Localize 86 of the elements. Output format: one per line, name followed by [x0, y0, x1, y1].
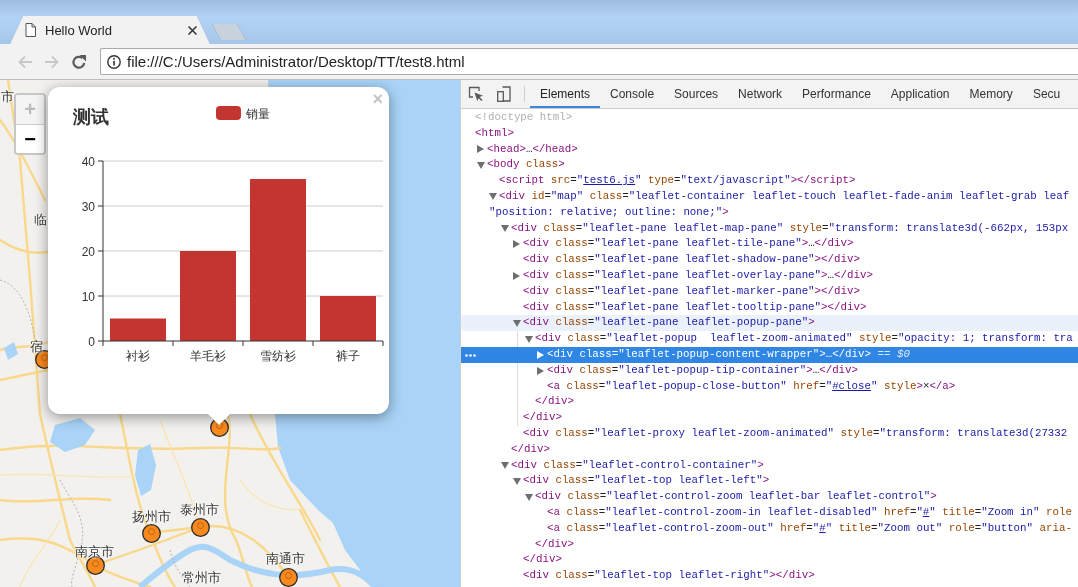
devtools-tab[interactable]: Performance [792, 80, 881, 108]
devtools-tab[interactable]: Console [600, 80, 665, 108]
triangle-right-icon[interactable] [513, 271, 520, 280]
devtools-tab[interactable]: Secu [1022, 80, 1071, 108]
closing-tag: </div> [461, 552, 1078, 569]
triangle-down-icon[interactable] [489, 193, 497, 201]
address-bar[interactable]: file:///C:/Users/Administrator/Desktop/TT/test8.html [100, 48, 1078, 75]
city-label: 南京市 [75, 545, 114, 559]
dom-tree-row[interactable]: <div class="leaflet-pane leaflet-shadow-pane"></div> [461, 252, 1078, 268]
legend-label[interactable]: 销量 [246, 107, 270, 121]
closing-tag: </div> [461, 441, 1078, 458]
dom-tree-row[interactable]: <a class="leaflet-popup-close-button" href="#close" style>×</a> [461, 378, 1078, 395]
city-label: 扬州市 [132, 510, 171, 524]
axis-tick-label: 10 [81, 289, 95, 304]
city-label: 临 [34, 213, 47, 227]
dom-tree-row[interactable]: <div class="leaflet-pane leaflet-map-pane" style="transform: translate3d(-662px, 153px [461, 220, 1078, 237]
closing-tag: </div> [461, 536, 1078, 553]
city-label: 泰州市 [180, 503, 219, 517]
lake [135, 444, 156, 496]
triangle-down-icon[interactable] [501, 224, 509, 232]
lake [50, 418, 95, 452]
triangle-right-icon[interactable] [513, 240, 520, 249]
dom-tree-row[interactable]: <html> [461, 125, 1078, 142]
triangle-right-icon[interactable] [537, 350, 544, 359]
dom-tree-row[interactable]: <div class="leaflet-control-zoom leaflet-bar leaflet-control"> [461, 489, 1078, 505]
dom-tree-row[interactable]: <div class="leaflet-popup-tip-container">…</div> [461, 362, 1078, 379]
dom-tree-row[interactable]: <div class="leaflet-pane leaflet-tile-pane">…</div> [461, 236, 1078, 253]
dom-tree-row[interactable]: <div class="leaflet-top leaflet-left"> [461, 473, 1078, 490]
dom-tree-row[interactable]: <div id="map" class="leaflet-container leaflet-touch leaflet-fade-anim leaflet-grab leaf "position: relative; outline: none;"> [461, 189, 1078, 221]
dom-tree-row[interactable]: <a class="leaflet-control-zoom-out" href="#" title="Zoom out" role="button" aria- [461, 520, 1078, 537]
axis-tick-label: 20 [81, 244, 95, 259]
dom-tree-row[interactable]: <body class> [461, 157, 1078, 174]
dom-tree-row[interactable]: <div class="leaflet-pane leaflet-marker-pane"></div> [461, 283, 1078, 300]
category-label: 雪纺衫 [260, 349, 296, 363]
triangle-down-icon[interactable] [477, 161, 485, 169]
back-arrow-icon [17, 53, 33, 70]
bar [110, 318, 166, 341]
devtools-tab[interactable]: Elements [530, 80, 601, 108]
triangle-down-icon[interactable] [525, 335, 533, 343]
forward-arrow-icon [44, 53, 60, 70]
category-label: 羊毛衫 [190, 349, 226, 363]
dom-tree-row[interactable]: <div class="leaflet-popup leaflet-zoom-animated" style="opacity: 1; transform: tra [461, 331, 1078, 347]
triangle-down-icon[interactable] [513, 319, 521, 327]
triangle-down-icon[interactable] [501, 461, 509, 469]
zoom-out-button[interactable]: − [16, 124, 44, 153]
info-icon[interactable] [107, 54, 121, 69]
devtools-tab[interactable]: Sources [664, 80, 729, 108]
dom-tree-row[interactable]: <div class="leaflet-proxy leaflet-zoom-animated" style="transform: translate3d(27332 [461, 425, 1078, 442]
chart-title: 测试 [73, 107, 109, 127]
dom-tree-row[interactable]: <div class="leaflet-pane leaflet-popup-pane"> [461, 315, 1078, 332]
more-dots-icon[interactable] [465, 353, 476, 357]
dom-tree-row[interactable]: <a class="leaflet-control-zoom-in leaflet-disabled" href="#" title="Zoom in" role [461, 504, 1078, 521]
dom-tree-row[interactable]: <div class="leaflet-top leaflet-right"></div> [461, 568, 1078, 584]
axis-tick-label: 30 [81, 199, 95, 214]
triangle-right-icon[interactable] [537, 366, 544, 375]
city-label: 宿 [30, 340, 43, 354]
closing-tag: </div> [461, 394, 1078, 411]
dom-tree-row[interactable]: <div class="leaflet-pane leaflet-tooltip-pane"></div> [461, 299, 1078, 316]
city-label: 市 [1, 90, 14, 104]
browser-tab[interactable]: Hello World [10, 16, 210, 44]
close-icon[interactable] [188, 25, 197, 35]
triangle-down-icon[interactable] [513, 477, 521, 485]
dom-tree-row[interactable]: <head>…</head> [461, 141, 1078, 158]
devtools-tab[interactable]: Network [728, 80, 793, 108]
phone-and-tablet-icon[interactable] [497, 86, 511, 102]
triangle-down-icon[interactable] [525, 493, 533, 501]
triangle-right-icon[interactable] [477, 145, 484, 154]
cursor-in-box-icon[interactable] [468, 86, 484, 102]
legend-swatch-icon[interactable] [216, 106, 241, 120]
dom-tree-row[interactable]: <div class="leaflet-control-container"> [461, 457, 1078, 474]
axis-tick-label: 40 [81, 154, 95, 169]
closing-tag: </div> [461, 410, 1078, 426]
bar [320, 296, 376, 341]
city-label: 南通市 [266, 552, 305, 566]
axis-tick-label: 0 [88, 334, 95, 349]
dom-tree-row[interactable]: <div class="leaflet-pane leaflet-overlay-pane">…</div> [461, 267, 1078, 284]
lake [4, 342, 18, 360]
category-label: 衬衫 [126, 349, 150, 363]
dom-tree-row[interactable]: <script src="test6.js" type="text/javascript"></script> [461, 173, 1078, 189]
page-icon [25, 23, 36, 37]
reload-icon [71, 53, 87, 70]
city-label: 常州市 [182, 571, 221, 585]
category-label: 裤子 [336, 349, 360, 363]
devtools-tab[interactable]: Application [880, 80, 960, 108]
devtools-tab[interactable]: Memory [959, 80, 1023, 108]
dom-tree-row[interactable]: <div class="leaflet-popup-content-wrapper">…</div> == $0 [461, 346, 1078, 363]
